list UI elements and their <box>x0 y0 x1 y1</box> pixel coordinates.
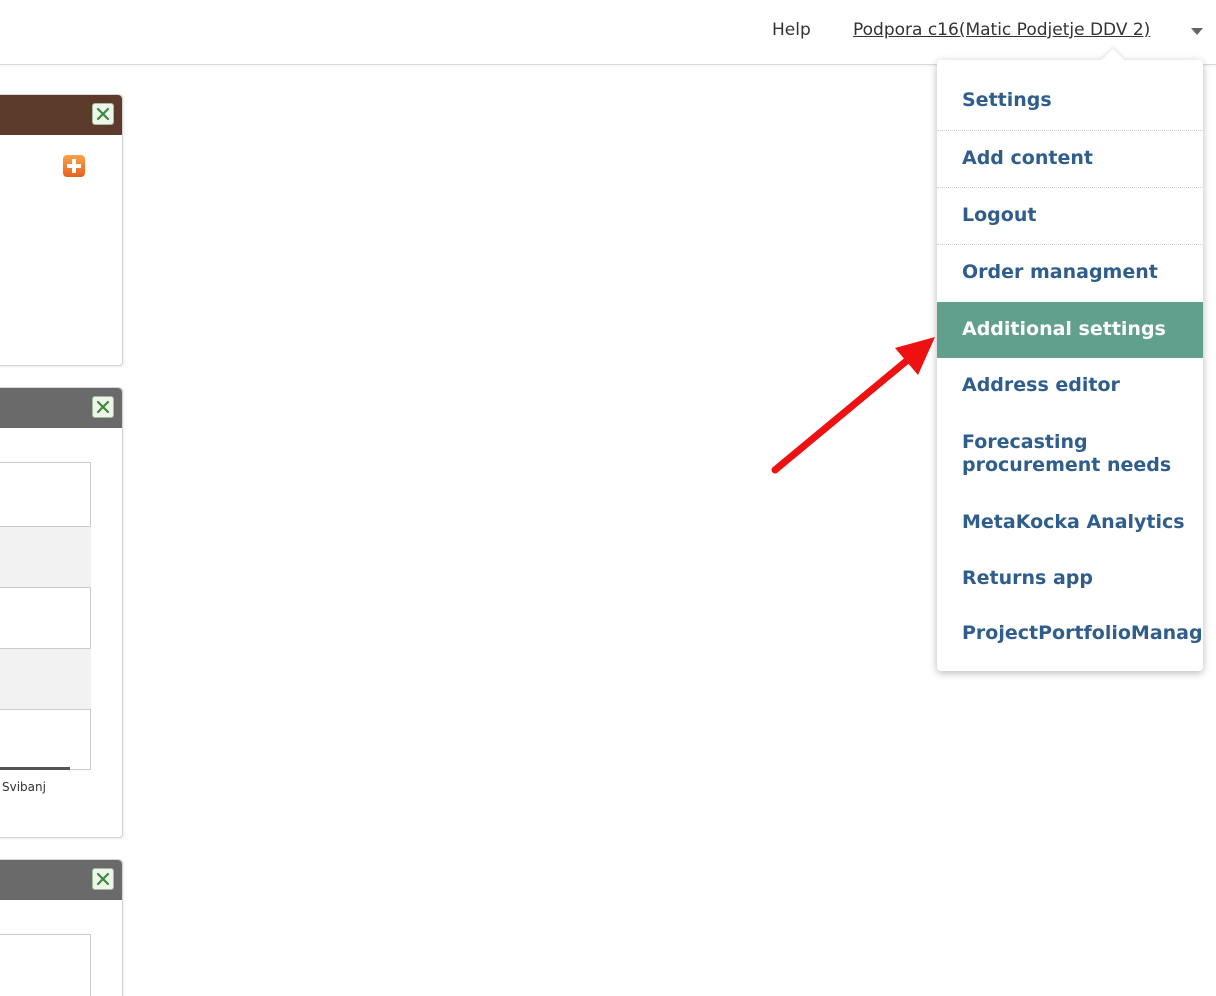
menu-item-label: Returns app <box>962 567 1093 589</box>
menu-item-project-portfolio[interactable]: ProjectPortfolioManageme <box>937 606 1203 663</box>
chart-band <box>0 526 91 587</box>
menu-item-forecasting[interactable]: Forecasting procurement needs <box>937 414 1203 494</box>
menu-item-label-line1: Forecasting <box>962 431 1088 453</box>
annotation-arrow-icon <box>771 337 935 474</box>
menu-item-label-line2: procurement needs <box>962 454 1172 476</box>
add-icon[interactable] <box>63 155 85 177</box>
menu-item-label: Settings <box>962 89 1052 111</box>
menu-item-settings[interactable]: Settings <box>937 73 1203 131</box>
help-link[interactable]: Help <box>772 20 811 40</box>
menu-item-label: ProjectPortfolioManageme <box>962 622 1203 644</box>
dashboard-widget-2: Svibanj <box>0 387 123 838</box>
menu-item-logout[interactable]: Logout <box>937 188 1203 245</box>
chart-area <box>0 934 91 996</box>
close-icon[interactable] <box>92 868 114 890</box>
menu-item-label: MetaKocka Analytics <box>962 511 1185 533</box>
chart-baseline <box>0 767 70 770</box>
user-menu-link[interactable]: Podpora c16(Matic Podjetje DDV 2) <box>853 20 1150 40</box>
menu-item-label: Additional settings <box>962 318 1166 340</box>
menu-item-label: Address editor <box>962 374 1120 396</box>
menu-item-label: Logout <box>962 204 1037 226</box>
menu-item-order-management[interactable]: Order managment <box>937 245 1203 302</box>
user-dropdown-menu: Settings Add content Logout Order managm… <box>937 60 1203 671</box>
menu-item-returns-app[interactable]: Returns app <box>937 550 1203 606</box>
menu-item-label: Order managment <box>962 261 1158 283</box>
dashboard-widget-1 <box>0 94 123 366</box>
menu-item-analytics[interactable]: MetaKocka Analytics <box>937 494 1203 550</box>
caret-down-icon[interactable] <box>1191 28 1203 35</box>
page: Help Podpora c16(Matic Podjetje DDV 2) S… <box>0 0 1216 996</box>
menu-item-add-content[interactable]: Add content <box>937 131 1203 188</box>
chart-band <box>0 587 91 648</box>
chart-band <box>0 648 91 709</box>
close-icon[interactable] <box>92 396 114 418</box>
top-bar: Help Podpora c16(Matic Podjetje DDV 2) <box>0 0 1216 65</box>
menu-item-label: Add content <box>962 147 1093 169</box>
chart-tick-label: Svibanj <box>2 780 46 794</box>
close-icon[interactable] <box>92 103 114 125</box>
menu-item-address-editor[interactable]: Address editor <box>937 358 1203 414</box>
dashboard-widget-3 <box>0 859 123 996</box>
chart-band <box>0 709 91 770</box>
menu-item-additional-settings[interactable]: Additional settings <box>937 302 1203 358</box>
chart-area <box>0 462 91 770</box>
